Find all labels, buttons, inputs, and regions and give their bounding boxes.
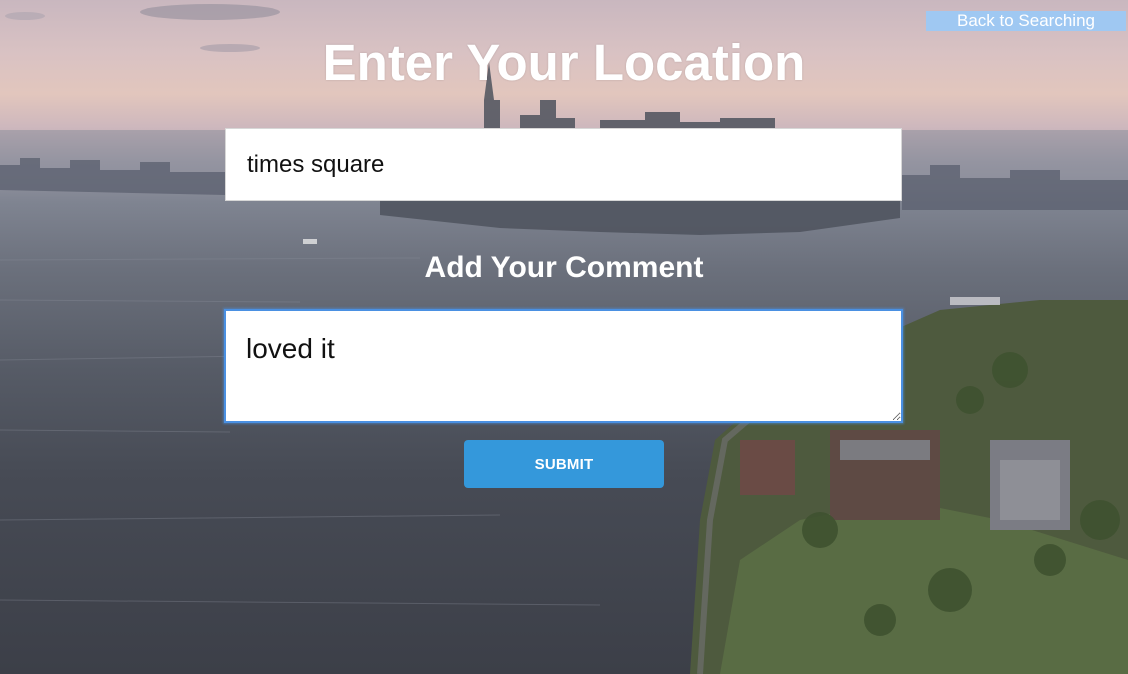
back-to-searching-button[interactable]: Back to Searching <box>926 11 1126 31</box>
page-title: Enter Your Location <box>322 34 806 91</box>
comment-heading: Add Your Comment <box>424 251 704 284</box>
comment-textarea[interactable]: loved it <box>224 309 903 423</box>
location-input[interactable] <box>225 128 902 201</box>
submit-button[interactable]: SUBMIT <box>464 440 664 488</box>
